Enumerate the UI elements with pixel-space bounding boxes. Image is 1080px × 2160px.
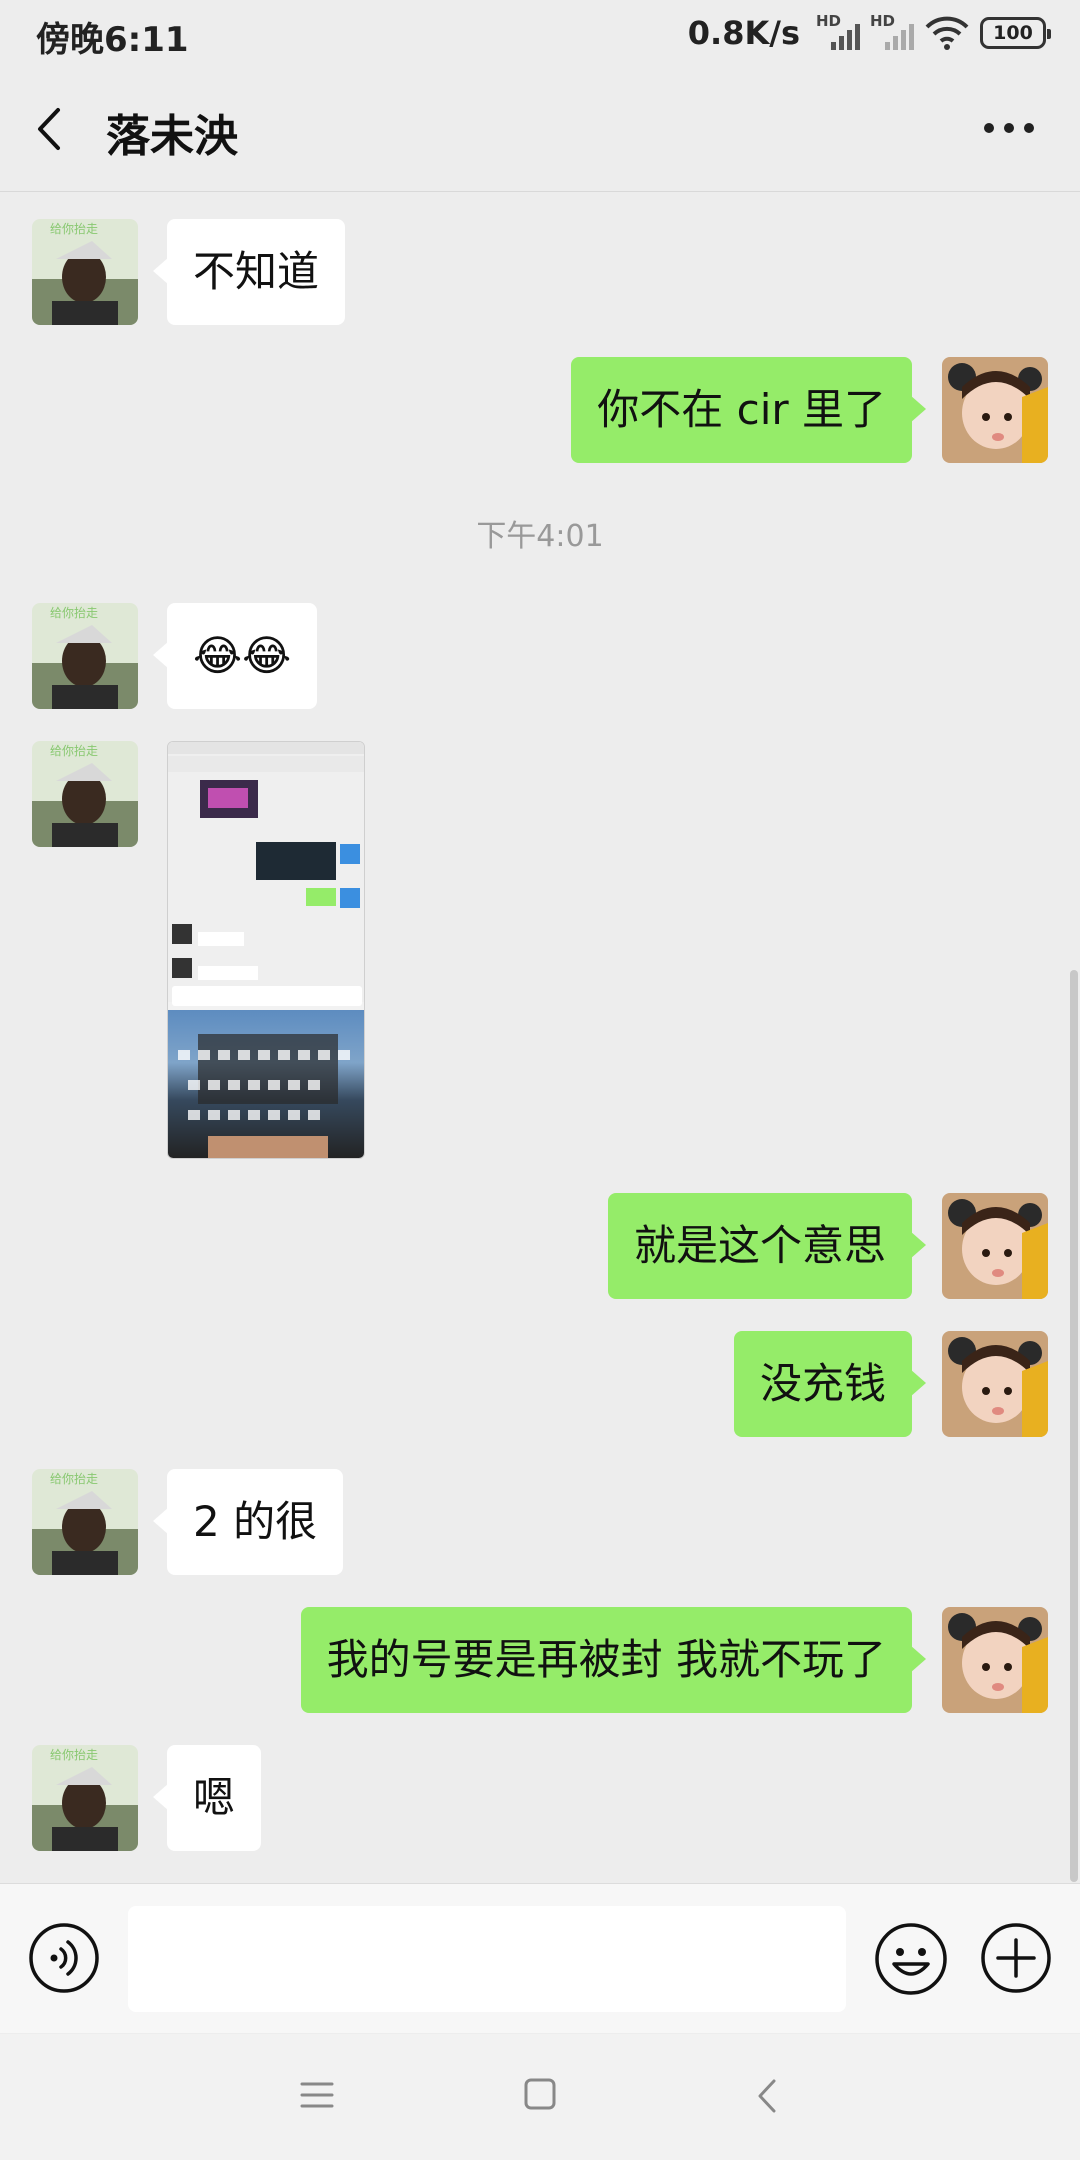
message-outgoing: 我的号要是再被封 我就不玩了: [0, 1607, 1080, 1713]
message-incoming: 给你抬走 2 的很: [0, 1469, 1080, 1575]
status-time: 傍晚6:11: [36, 20, 189, 60]
contact-avatar[interactable]: 给你抬走: [32, 741, 138, 847]
message-incoming: 给你抬走 不知道: [0, 219, 1080, 325]
message-bubble[interactable]: 不知道: [152, 219, 346, 325]
avatar-watermark: 给你抬走: [50, 1472, 98, 1486]
message-timestamp: 下午4:01: [476, 519, 604, 554]
home-icon[interactable]: [524, 2078, 556, 2110]
screenshot-keyboard-preview: [168, 1010, 364, 1158]
message-incoming-image: 给你抬走: [0, 741, 1080, 1161]
screenshot-input-preview: [172, 986, 362, 1006]
message-incoming: 给你抬走 嗯: [0, 1745, 1080, 1851]
avatar-watermark: 给你抬走: [50, 222, 98, 236]
chat-messages[interactable]: 给你抬走 不知道 你不在 cir 里了 下午4:01 给你抬走 😂😂 给你抬走 …: [0, 193, 1080, 1883]
wifi-icon: [924, 14, 970, 52]
system-nav-bar: [0, 2034, 1080, 2160]
more-icon[interactable]: [984, 116, 1040, 140]
contact-avatar[interactable]: 给你抬走: [32, 603, 138, 709]
menu-icon[interactable]: [300, 2078, 334, 2112]
chat-header: 落未泱: [0, 66, 1080, 192]
avatar-watermark: 给你抬走: [50, 1748, 98, 1762]
chat-scrollbar[interactable]: [1070, 970, 1078, 1882]
signal-icon: HD: [870, 14, 914, 52]
message-bubble[interactable]: 2 的很: [152, 1469, 344, 1575]
network-speed: 0.8K/s: [687, 14, 800, 52]
my-avatar[interactable]: [942, 357, 1048, 463]
plus-icon[interactable]: [980, 1922, 1052, 1994]
emoji-icon[interactable]: [874, 1922, 948, 1996]
avatar-watermark: 给你抬走: [50, 744, 98, 758]
my-avatar[interactable]: [942, 1193, 1048, 1299]
message-incoming: 给你抬走 😂😂: [0, 603, 1080, 709]
input-bar: [0, 1883, 1080, 2033]
message-bubble[interactable]: 没充钱: [733, 1331, 927, 1437]
avatar-watermark: 给你抬走: [50, 606, 98, 620]
battery-icon: 100: [980, 17, 1051, 49]
screenshot-image-message[interactable]: [167, 741, 365, 1159]
contact-avatar[interactable]: 给你抬走: [32, 1469, 138, 1575]
message-bubble[interactable]: 就是这个意思: [607, 1193, 927, 1299]
contact-avatar[interactable]: 给你抬走: [32, 1745, 138, 1851]
message-bubble[interactable]: 你不在 cir 里了: [571, 357, 926, 463]
screenshot-chat-preview: [168, 742, 364, 1002]
status-bar: 傍晚6:11 0.8K/s HD HD 100: [0, 0, 1080, 66]
voice-icon[interactable]: [28, 1922, 100, 1994]
signal-icon: HD: [816, 14, 860, 52]
message-bubble[interactable]: 😂😂: [152, 603, 318, 709]
message-bubble[interactable]: 我的号要是再被封 我就不玩了: [300, 1607, 927, 1713]
message-outgoing: 你不在 cir 里了: [0, 357, 1080, 463]
message-outgoing: 就是这个意思: [0, 1193, 1080, 1299]
chat-title: 落未泱: [106, 111, 238, 162]
nav-back-icon[interactable]: [752, 2078, 782, 2114]
status-icons: 0.8K/s HD HD 100: [687, 10, 1051, 56]
back-arrow-icon[interactable]: [28, 104, 78, 154]
my-avatar[interactable]: [942, 1607, 1048, 1713]
my-avatar[interactable]: [942, 1331, 1048, 1437]
message-bubble[interactable]: 嗯: [152, 1745, 262, 1851]
message-outgoing: 没充钱: [0, 1331, 1080, 1437]
battery-level: 100: [993, 22, 1033, 44]
contact-avatar[interactable]: 给你抬走: [32, 219, 138, 325]
message-input[interactable]: [128, 1906, 846, 2012]
